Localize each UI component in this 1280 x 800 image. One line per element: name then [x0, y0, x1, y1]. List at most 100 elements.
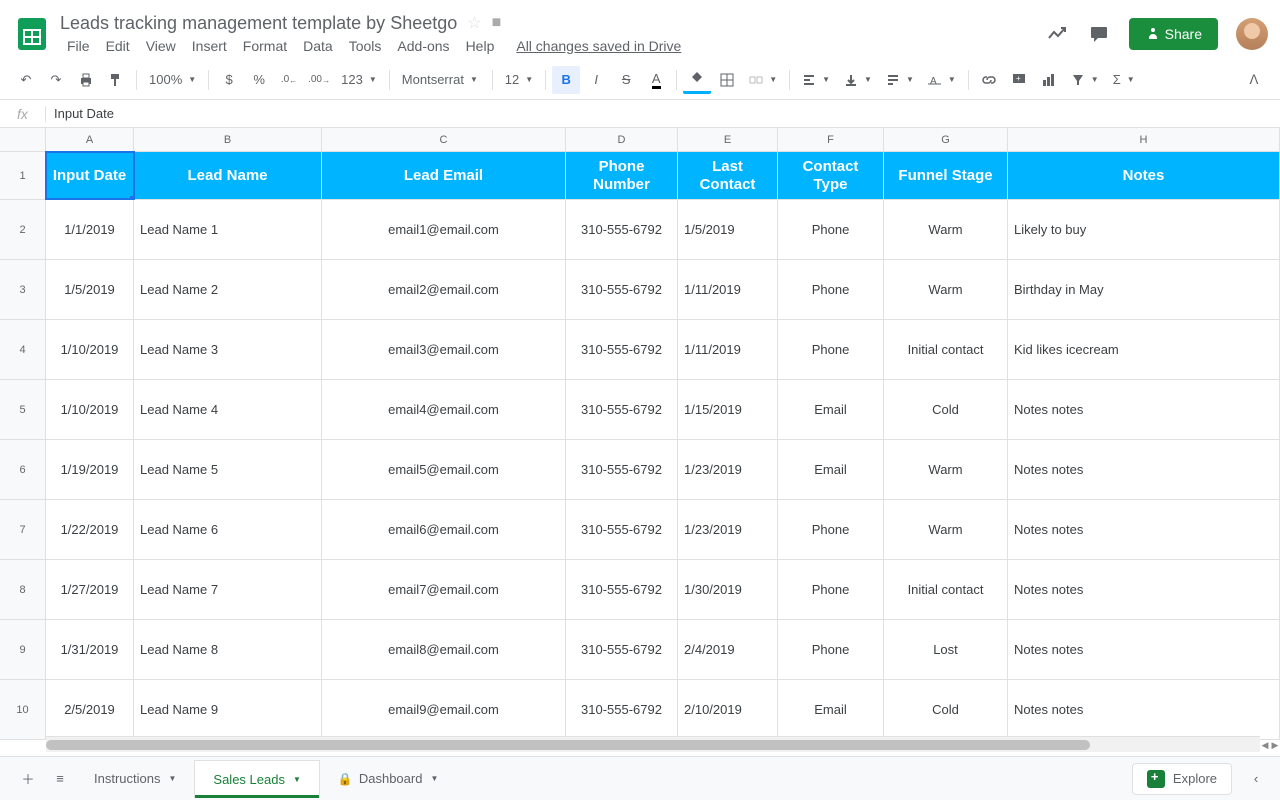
cell[interactable]: Phone [778, 260, 884, 319]
cell[interactable]: 1/30/2019 [678, 560, 778, 619]
cell[interactable]: Lead Name 6 [134, 500, 322, 559]
functions-dropdown[interactable]: Σ▼ [1107, 72, 1141, 87]
activity-icon[interactable] [1045, 22, 1069, 46]
col-header-A[interactable]: A [46, 128, 134, 151]
col-header-B[interactable]: B [134, 128, 322, 151]
cell[interactable]: 1/22/2019 [46, 500, 134, 559]
save-status[interactable]: All changes saved in Drive [509, 36, 688, 56]
cell[interactable]: Email [778, 440, 884, 499]
percent-button[interactable]: % [245, 66, 273, 94]
cell[interactable]: Birthday in May [1008, 260, 1280, 319]
number-format-dropdown[interactable]: 123▼ [335, 72, 383, 87]
side-panel-toggle[interactable]: ‹ [1244, 771, 1268, 786]
row-header[interactable]: 5 [0, 380, 46, 439]
cell[interactable]: Warm [884, 200, 1008, 259]
currency-button[interactable]: $ [215, 66, 243, 94]
cell[interactable]: Lead Name 9 [134, 680, 322, 739]
cell[interactable]: 1/11/2019 [678, 260, 778, 319]
text-rotation-dropdown[interactable]: A▼ [922, 73, 962, 87]
cell[interactable]: 1/1/2019 [46, 200, 134, 259]
cell[interactable]: Phone [778, 200, 884, 259]
cell-E1[interactable]: Last Contact [678, 152, 778, 199]
tab-instructions[interactable]: Instructions▼ [76, 760, 194, 798]
star-icon[interactable]: ☆ [467, 13, 481, 33]
cell[interactable]: Lost [884, 620, 1008, 679]
cell[interactable]: Notes notes [1008, 500, 1280, 559]
cell[interactable]: Phone [778, 620, 884, 679]
cell-G1[interactable]: Funnel Stage [884, 152, 1008, 199]
cell[interactable]: email5@email.com [322, 440, 566, 499]
cell[interactable]: Initial contact [884, 560, 1008, 619]
explore-button[interactable]: Explore [1132, 763, 1232, 795]
cell[interactable]: 2/5/2019 [46, 680, 134, 739]
increase-decimal-button[interactable]: .00→ [305, 66, 333, 94]
cell[interactable]: Notes notes [1008, 620, 1280, 679]
cell[interactable]: Lead Name 8 [134, 620, 322, 679]
cell[interactable]: email6@email.com [322, 500, 566, 559]
fill-color-button[interactable] [683, 66, 711, 94]
cell[interactable]: email1@email.com [322, 200, 566, 259]
cell[interactable]: Notes notes [1008, 560, 1280, 619]
redo-button[interactable]: ↷ [42, 66, 70, 94]
paint-format-button[interactable] [102, 66, 130, 94]
collapse-toolbar-button[interactable]: ᐱ [1240, 66, 1268, 94]
cell-B1[interactable]: Lead Name [134, 152, 322, 199]
cell[interactable]: Initial contact [884, 320, 1008, 379]
cell[interactable]: 1/31/2019 [46, 620, 134, 679]
cell[interactable]: Warm [884, 440, 1008, 499]
col-header-E[interactable]: E [678, 128, 778, 151]
cell[interactable]: Cold [884, 680, 1008, 739]
doc-title[interactable]: Leads tracking management template by Sh… [60, 13, 457, 34]
undo-button[interactable]: ↶ [12, 66, 40, 94]
menu-edit[interactable]: Edit [99, 36, 137, 56]
menu-format[interactable]: Format [236, 36, 294, 56]
cell[interactable]: 310-555-6792 [566, 260, 678, 319]
cell[interactable]: Lead Name 5 [134, 440, 322, 499]
col-header-G[interactable]: G [884, 128, 1008, 151]
cell[interactable]: Lead Name 7 [134, 560, 322, 619]
filter-dropdown[interactable]: ▼ [1065, 73, 1105, 87]
cell[interactable]: Warm [884, 260, 1008, 319]
insert-link-button[interactable] [975, 66, 1003, 94]
cell[interactable]: 1/15/2019 [678, 380, 778, 439]
menu-view[interactable]: View [139, 36, 183, 56]
cell[interactable]: 310-555-6792 [566, 560, 678, 619]
cell[interactable]: 1/23/2019 [678, 500, 778, 559]
cell[interactable]: Email [778, 380, 884, 439]
horizontal-scrollbar[interactable]: ◀▶ [46, 736, 1260, 752]
cell[interactable]: 310-555-6792 [566, 620, 678, 679]
cell[interactable]: 1/10/2019 [46, 380, 134, 439]
print-button[interactable] [72, 66, 100, 94]
decrease-decimal-button[interactable]: .0← [275, 66, 303, 94]
insert-comment-button[interactable]: + [1005, 66, 1033, 94]
add-sheet-button[interactable]: ＋ [12, 763, 44, 795]
borders-button[interactable] [713, 66, 741, 94]
cell[interactable]: Lead Name 1 [134, 200, 322, 259]
cell[interactable]: Notes notes [1008, 440, 1280, 499]
move-folder-icon[interactable]: ■ [492, 14, 502, 32]
cell[interactable]: Phone [778, 560, 884, 619]
italic-button[interactable]: I [582, 66, 610, 94]
horizontal-align-dropdown[interactable]: ▼ [796, 73, 836, 87]
cell[interactable]: Phone [778, 320, 884, 379]
col-header-H[interactable]: H [1008, 128, 1280, 151]
cell-H1[interactable]: Notes [1008, 152, 1280, 199]
cell[interactable]: Email [778, 680, 884, 739]
menu-insert[interactable]: Insert [185, 36, 234, 56]
cell[interactable]: email7@email.com [322, 560, 566, 619]
row-header[interactable]: 2 [0, 200, 46, 259]
cell[interactable]: 310-555-6792 [566, 440, 678, 499]
row-header-1[interactable]: 1 [0, 152, 46, 199]
cell[interactable]: 1/23/2019 [678, 440, 778, 499]
cell[interactable]: 1/27/2019 [46, 560, 134, 619]
cell[interactable]: Lead Name 4 [134, 380, 322, 439]
font-size-dropdown[interactable]: 12▼ [499, 72, 539, 87]
insert-chart-button[interactable] [1035, 66, 1063, 94]
menu-help[interactable]: Help [459, 36, 502, 56]
zoom-dropdown[interactable]: 100%▼ [143, 72, 202, 87]
row-header[interactable]: 9 [0, 620, 46, 679]
cell[interactable]: 310-555-6792 [566, 500, 678, 559]
row-header[interactable]: 10 [0, 680, 46, 739]
cell[interactable]: Warm [884, 500, 1008, 559]
cell[interactable]: email4@email.com [322, 380, 566, 439]
